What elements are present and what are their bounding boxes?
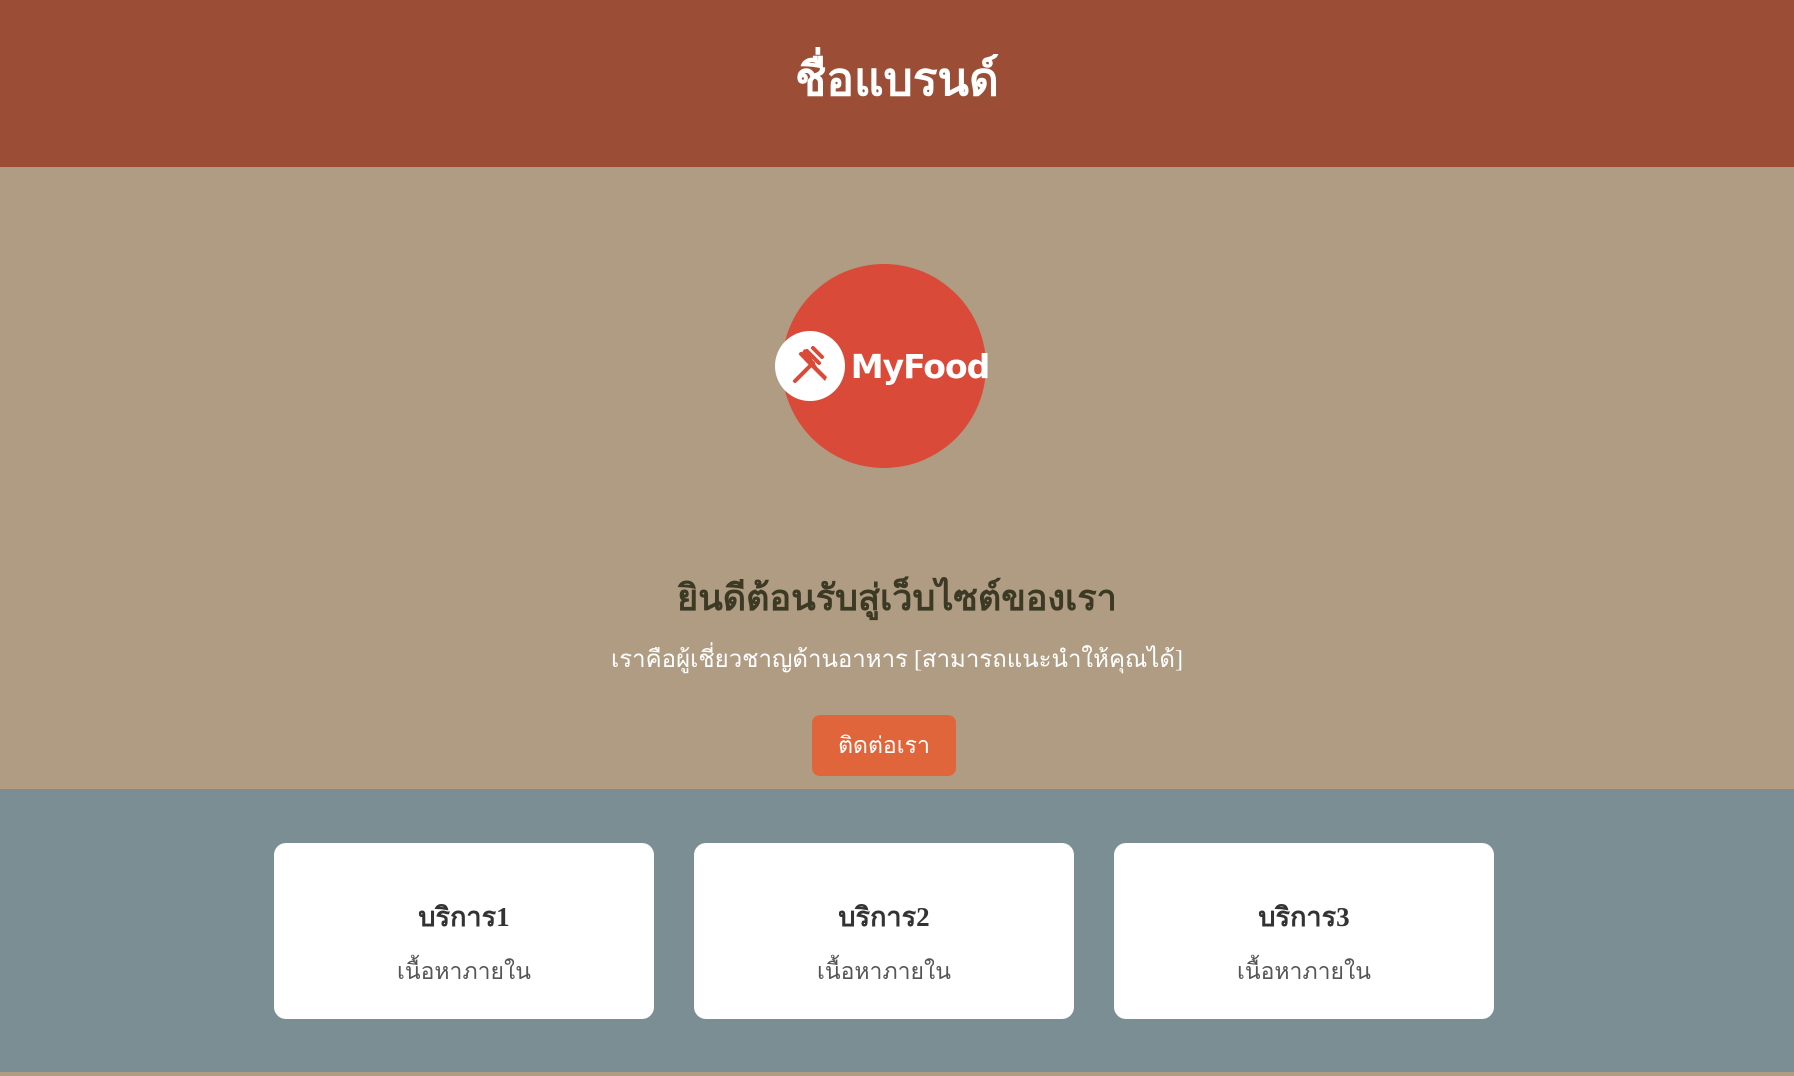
hero-section: MyFood ยินดีต้อนรับสู่เว็บไซต์ของเรา เรา… xyxy=(0,167,1794,789)
myfood-logo: MyFood xyxy=(774,264,990,468)
hero-title: ยินดีต้อนรับสู่เว็บไซต์ของเรา xyxy=(677,578,1117,618)
service-description: เนื้อหาภายใน xyxy=(397,959,531,984)
service-title: บริการ3 xyxy=(1258,902,1350,932)
services-section: บริการ1 เนื้อหาภายใน บริการ2 เนื้อหาภายใ… xyxy=(0,789,1794,1072)
hero-subtitle: เราคือผู้เชี่ยวชาญด้านอาหาร [สามารถแนะนำ… xyxy=(611,647,1183,673)
service-description: เนื้อหาภายใน xyxy=(1237,959,1371,984)
contact-us-button[interactable]: ติดต่อเรา xyxy=(812,715,956,776)
logo-text: MyFood xyxy=(850,346,991,386)
service-title: บริการ2 xyxy=(838,902,930,932)
fork-knife-icon xyxy=(774,331,845,401)
service-description: เนื้อหาภายใน xyxy=(817,959,951,984)
footer-divider xyxy=(0,1072,1794,1076)
service-card: บริการ3 เนื้อหาภายใน xyxy=(1114,843,1494,1019)
brand-title: ชื่อแบรนด์ xyxy=(795,54,999,105)
service-card: บริการ2 เนื้อหาภายใน xyxy=(694,843,1074,1019)
service-card: บริการ1 เนื้อหาภายใน xyxy=(274,843,654,1019)
site-header: ชื่อแบรนด์ xyxy=(0,0,1794,167)
service-title: บริการ1 xyxy=(418,902,510,932)
